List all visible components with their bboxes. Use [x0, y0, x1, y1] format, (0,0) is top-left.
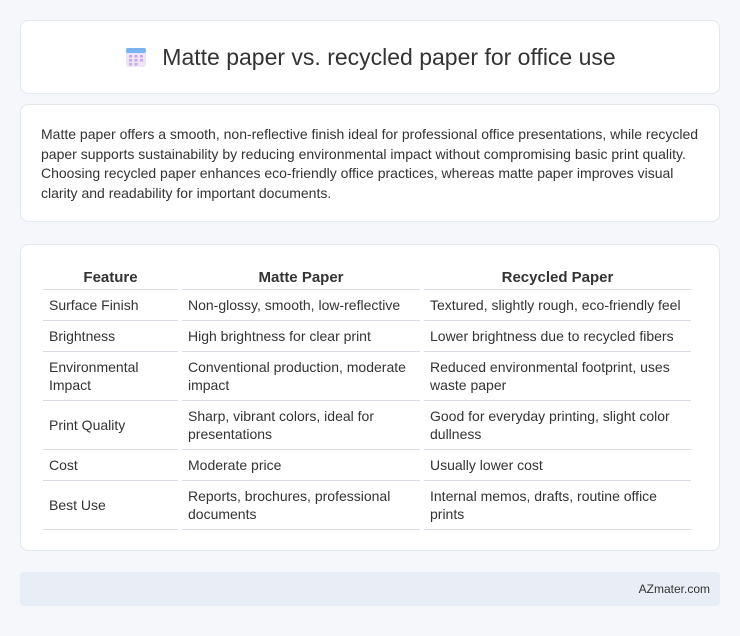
- table-cell: Surface Finish: [43, 290, 178, 321]
- intro-card: Matte paper offers a smooth, non-reflect…: [20, 104, 720, 222]
- table-cell: Reports, brochures, professional documen…: [182, 481, 420, 530]
- page-title: Matte paper vs. recycled paper for offic…: [162, 43, 616, 70]
- table-cell: Lower brightness due to recycled fibers: [424, 321, 691, 352]
- footer-site-name: AZmater.com: [638, 582, 710, 596]
- title-card: Matte paper vs. recycled paper for offic…: [20, 20, 720, 94]
- table-cell: Good for everyday printing, slight color…: [424, 401, 691, 450]
- header-matte-paper: Matte Paper: [182, 267, 420, 290]
- table-cell: Moderate price: [182, 450, 420, 481]
- table-row: Print Quality Sharp, vibrant colors, ide…: [43, 401, 691, 450]
- table-cell: Sharp, vibrant colors, ideal for present…: [182, 401, 420, 450]
- table-cell: Print Quality: [43, 401, 178, 450]
- table-cell: Internal memos, drafts, routine office p…: [424, 481, 691, 530]
- table-cell: Reduced environmental footprint, uses wa…: [424, 352, 691, 401]
- table-cell: Conventional production, moderate impact: [182, 352, 420, 401]
- table-cell: Best Use: [43, 481, 178, 530]
- table-cell: Non-glossy, smooth, low-reflective: [182, 290, 420, 321]
- table-cell: Textured, slightly rough, eco-friendly f…: [424, 290, 691, 321]
- calendar-icon: [126, 48, 147, 67]
- table-row: Environmental Impact Conventional produc…: [43, 352, 691, 401]
- table-row: Cost Moderate price Usually lower cost: [43, 450, 691, 481]
- comparison-table: Feature Matte Paper Recycled Paper Surfa…: [39, 267, 695, 530]
- table-cell: Usually lower cost: [424, 450, 691, 481]
- header-feature: Feature: [43, 267, 178, 290]
- table-header-row: Feature Matte Paper Recycled Paper: [43, 267, 691, 290]
- table-row: Brightness High brightness for clear pri…: [43, 321, 691, 352]
- header-recycled-paper: Recycled Paper: [424, 267, 691, 290]
- intro-text: Matte paper offers a smooth, non-reflect…: [41, 126, 699, 201]
- table-cell: Brightness: [43, 321, 178, 352]
- table-cell: Environmental Impact: [43, 352, 178, 401]
- table-cell: Cost: [43, 450, 178, 481]
- table-row: Surface Finish Non-glossy, smooth, low-r…: [43, 290, 691, 321]
- table-row: Best Use Reports, brochures, professiona…: [43, 481, 691, 530]
- footer: AZmater.com: [20, 572, 720, 606]
- comparison-table-card: Feature Matte Paper Recycled Paper Surfa…: [20, 244, 720, 551]
- table-cell: High brightness for clear print: [182, 321, 420, 352]
